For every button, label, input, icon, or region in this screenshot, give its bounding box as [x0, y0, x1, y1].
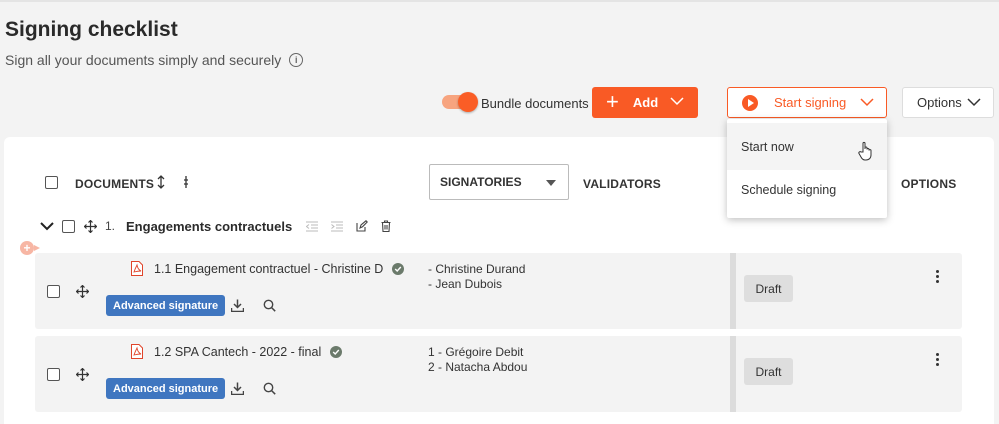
signature-type-badge[interactable]: Advanced signature [106, 295, 226, 316]
signatories-list: - Christine Durand - Jean Dubois [428, 262, 525, 292]
options-header: OPTIONS [901, 177, 957, 191]
search-icon[interactable] [263, 299, 276, 312]
top-border [0, 0, 999, 2]
group-number: 1. [105, 219, 116, 233]
outdent-icon[interactable] [306, 221, 319, 232]
options-label: Options [917, 95, 962, 110]
row-checkbox[interactable] [47, 285, 60, 298]
column-divider [730, 336, 736, 412]
bundle-toggle[interactable] [442, 92, 478, 112]
caret-down-icon [546, 180, 556, 186]
signatories-list: 1 - Grégoire Debit 2 - Natacha Abdou [428, 345, 527, 375]
play-icon [742, 94, 758, 111]
status-badge: Draft [744, 358, 793, 385]
indent-icon[interactable] [331, 221, 344, 232]
search-icon[interactable] [263, 382, 276, 395]
subtitle-text: Sign all your documents simply and secur… [5, 52, 282, 68]
column-divider [730, 253, 736, 329]
group-checkbox[interactable] [62, 219, 75, 233]
check-icon [392, 262, 405, 275]
signatory: 1 - Grégoire Debit [428, 345, 524, 359]
signature-type-badge[interactable]: Advanced signature [106, 378, 226, 399]
sort-icon[interactable] [157, 175, 165, 189]
signatory: 2 - Natacha Abdou [428, 360, 528, 374]
chevron-down-icon [860, 98, 874, 107]
validators-header: VALIDATORS [583, 177, 662, 191]
start-signing-menu: Start now Schedule signing [727, 119, 887, 218]
chevron-down-icon [967, 98, 981, 107]
check-icon [330, 345, 343, 358]
trash-icon[interactable] [381, 220, 391, 232]
table-row[interactable]: 1.1 Engagement contractuel - Christine D… [35, 253, 962, 329]
more-options-icon[interactable] [936, 270, 940, 283]
start-signing-button[interactable]: Start signing [727, 87, 887, 118]
pdf-icon [131, 261, 143, 276]
page-subtitle: Sign all your documents simply and secur… [5, 52, 304, 68]
edit-icon[interactable] [356, 220, 369, 232]
group-row: 1. Engagements contractuels [40, 218, 391, 234]
insert-row-icon[interactable]: + [20, 241, 34, 255]
signatory: - Jean Dubois [428, 277, 503, 291]
add-button[interactable]: + Add [592, 87, 698, 118]
documents-header: DOCUMENTS [75, 177, 155, 191]
status-badge: Draft [744, 275, 793, 302]
select-all-checkbox[interactable] [45, 176, 58, 189]
menu-item-schedule-signing[interactable]: Schedule signing [727, 166, 887, 213]
column-settings-icon[interactable] [183, 175, 189, 189]
more-options-icon[interactable] [936, 353, 940, 366]
add-label: Add [632, 95, 659, 110]
row-checkbox[interactable] [47, 368, 60, 381]
download-icon[interactable] [231, 382, 244, 395]
bundle-label: Bundle documents [481, 96, 589, 111]
move-icon[interactable] [76, 285, 89, 298]
table-row[interactable]: 1.2 SPA Cantech - 2022 - final Advanced … [35, 336, 962, 412]
toggle-knob [458, 92, 478, 112]
chevron-down-icon[interactable] [40, 221, 54, 231]
group-name: Engagements contractuels [126, 218, 293, 234]
document-title[interactable]: 1.1 Engagement contractuel - Christine D [131, 261, 405, 276]
move-icon[interactable] [76, 368, 89, 381]
document-title-text: 1.1 Engagement contractuel - Christine D [154, 261, 384, 276]
hand-cursor-icon [858, 141, 872, 161]
document-title-text: 1.2 SPA Cantech - 2022 - final [154, 344, 322, 359]
move-icon[interactable] [84, 219, 97, 233]
insert-row-pointer [34, 245, 40, 251]
start-signing-label: Start signing [774, 95, 847, 110]
download-icon[interactable] [231, 299, 244, 312]
document-title[interactable]: 1.2 SPA Cantech - 2022 - final [131, 344, 343, 359]
chevron-down-icon [670, 97, 684, 106]
info-icon[interactable]: i [289, 53, 304, 67]
pdf-icon [131, 344, 143, 359]
signatory: - Christine Durand [428, 262, 526, 276]
signatories-select[interactable]: SIGNATORIES [429, 164, 569, 200]
page-title: Signing checklist [5, 18, 178, 41]
options-button[interactable]: Options [902, 87, 994, 118]
plus-icon: + [606, 88, 619, 114]
signatories-label: SIGNATORIES [440, 175, 522, 189]
